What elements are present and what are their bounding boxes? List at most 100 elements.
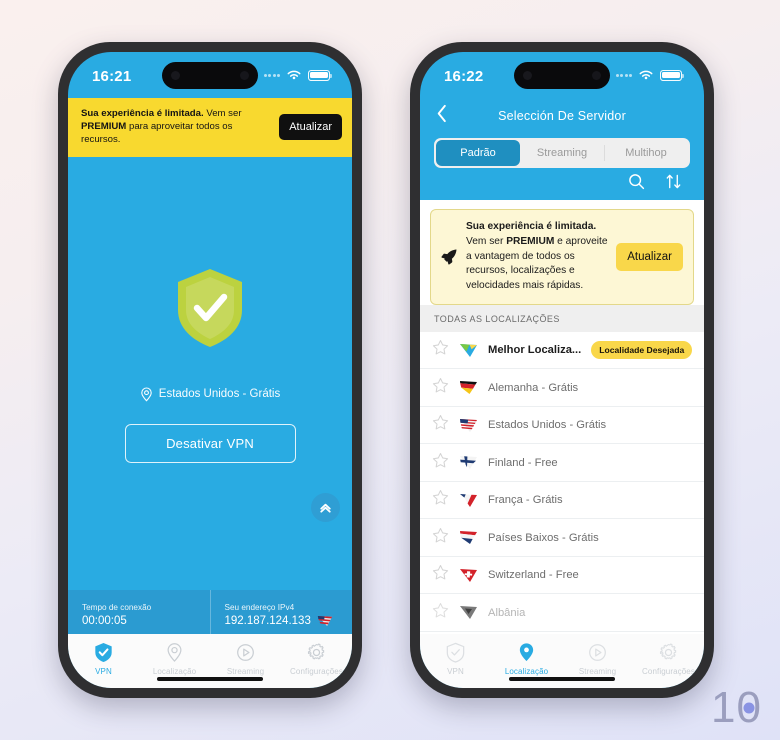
scroll-up-button[interactable] bbox=[311, 493, 340, 522]
page-title: Selección De Servidor bbox=[498, 109, 626, 123]
watermark-logo: 10 bbox=[711, 686, 762, 730]
promo-card-bold-1: Sua experiência é limitada. bbox=[466, 221, 597, 232]
tab-configuracoes-label-left: Configurações bbox=[290, 667, 343, 676]
status-indicators bbox=[263, 69, 332, 81]
server-name: Estados Unidos - Grátis bbox=[488, 419, 607, 432]
play-circle-icon bbox=[237, 644, 254, 661]
status-clock: 16:22 bbox=[444, 67, 484, 85]
table-row[interactable]: Finland - Free bbox=[420, 444, 704, 482]
promo-bold-1: Sua experiência é limitada. bbox=[81, 108, 204, 119]
tab-streaming-seg[interactable]: Streaming bbox=[520, 140, 604, 166]
phone-right-screen: 16:22 Selección De Servidor Padrão Strea… bbox=[420, 52, 704, 688]
gear-icon bbox=[307, 643, 325, 660]
upgrade-button-right[interactable]: Atualizar bbox=[616, 242, 683, 271]
switzerland-flag-icon bbox=[460, 568, 477, 582]
gear-icon bbox=[659, 643, 677, 660]
table-row[interactable]: Países Baixos - Grátis bbox=[420, 519, 704, 557]
tab-vpn-right[interactable]: VPN bbox=[420, 634, 491, 684]
battery-icon bbox=[660, 69, 684, 81]
connection-time-block: Tempo de conexão 00:00:05 bbox=[68, 590, 211, 634]
albania-flag-icon bbox=[460, 606, 477, 620]
play-circle-icon bbox=[589, 644, 606, 661]
favorite-star-icon[interactable] bbox=[432, 339, 449, 361]
status-clock: 16:21 bbox=[92, 67, 132, 85]
ip-address-label: Seu endereço IPv4 bbox=[224, 603, 295, 612]
germany-flag-icon bbox=[460, 381, 477, 395]
sort-button[interactable] bbox=[665, 173, 682, 195]
tab-configuracoes-left[interactable]: Configurações bbox=[281, 634, 352, 684]
tab-padrao[interactable]: Padrão bbox=[436, 140, 520, 166]
server-name: Alemanha - Grátis bbox=[488, 381, 579, 394]
france-flag-icon bbox=[460, 493, 477, 507]
tab-vpn-label-right: VPN bbox=[447, 667, 464, 676]
current-location: Estados Unidos - Grátis bbox=[140, 387, 280, 402]
table-row[interactable]: Melhor Localiza... Localidade Desejada bbox=[420, 332, 704, 370]
status-indicators bbox=[615, 69, 684, 81]
promo-bold-2: PREMIUM bbox=[81, 121, 127, 133]
server-name: Switzerland - Free bbox=[488, 569, 579, 582]
location-pin-icon bbox=[167, 643, 182, 662]
table-row[interactable]: Switzerland - Free bbox=[420, 557, 704, 595]
ip-address-block: Seu endereço IPv4 192.187.124.133 bbox=[211, 590, 353, 634]
vpn-main-area: Estados Unidos - Grátis Desativar VPN bbox=[68, 157, 352, 590]
tab-configuracoes-right[interactable]: Configurações bbox=[633, 634, 704, 684]
watermark-zero: 0 bbox=[736, 683, 762, 732]
promo-card-right[interactable]: Sua experiência é limitada. Vem ser PREM… bbox=[430, 209, 694, 305]
shield-icon bbox=[95, 643, 112, 662]
favorite-star-icon[interactable] bbox=[432, 602, 449, 624]
usa-flag-icon bbox=[317, 615, 333, 627]
tab-vpn-left[interactable]: VPN bbox=[68, 634, 139, 684]
tab-localizacao-label-right: Localização bbox=[504, 667, 549, 676]
server-list: Melhor Localiza... Localidade Desejada A… bbox=[420, 332, 704, 634]
battery-icon bbox=[308, 69, 332, 81]
table-row[interactable]: Albânia bbox=[420, 594, 704, 632]
location-pin-icon bbox=[519, 643, 534, 662]
connection-time-value: 00:00:05 bbox=[82, 615, 127, 627]
search-button[interactable] bbox=[628, 173, 645, 195]
promo-mid-1: Vem ser bbox=[203, 108, 242, 119]
favorite-star-icon[interactable] bbox=[432, 414, 449, 436]
phone-left-screen: 16:21 Sua experiência é limitada. Vem se… bbox=[68, 52, 352, 688]
table-row[interactable]: Estados Unidos - Grátis bbox=[420, 407, 704, 445]
home-indicator-right bbox=[509, 676, 615, 681]
favorite-star-icon[interactable] bbox=[432, 527, 449, 549]
table-row[interactable]: França - Grátis bbox=[420, 482, 704, 520]
server-list-sheet: Sua experiência é limitada. Vem ser PREM… bbox=[420, 200, 704, 634]
navigation-bar: Selección De Servidor bbox=[420, 98, 704, 134]
shield-logo bbox=[173, 266, 247, 355]
promo-banner-text: Sua experiência é limitada. Vem ser PREM… bbox=[81, 107, 271, 147]
chevron-double-up-icon bbox=[320, 503, 331, 513]
favorite-star-icon[interactable] bbox=[432, 377, 449, 399]
tab-multihop[interactable]: Multihop bbox=[604, 140, 688, 166]
favorite-star-icon[interactable] bbox=[432, 489, 449, 511]
best-location-flag-icon bbox=[460, 343, 477, 357]
phone-right: 16:22 Selección De Servidor Padrão Strea… bbox=[410, 42, 714, 698]
favorite-star-icon[interactable] bbox=[432, 452, 449, 474]
segmented-control[interactable]: Padrão Streaming Multihop bbox=[434, 138, 690, 168]
connection-time-label: Tempo de conexão bbox=[82, 603, 152, 612]
server-name: Melhor Localiza... bbox=[488, 344, 582, 357]
current-location-label: Estados Unidos - Grátis bbox=[158, 388, 281, 401]
promo-card-bold-2: PREMIUM bbox=[506, 235, 555, 247]
rocket-icon bbox=[441, 249, 457, 265]
status-bar-right: 16:22 bbox=[420, 52, 704, 98]
back-button[interactable] bbox=[436, 104, 448, 128]
finland-flag-icon bbox=[460, 456, 477, 470]
disconnect-vpn-button[interactable]: Desativar VPN bbox=[124, 423, 296, 463]
promo-card-text: Sua experiência é limitada. Vem ser PREM… bbox=[466, 220, 609, 294]
usa-flag-icon bbox=[460, 418, 477, 432]
status-bar-left: 16:21 bbox=[68, 52, 352, 98]
tab-streaming-label-right: Streaming bbox=[578, 667, 617, 676]
ip-address-value: 192.187.124.133 bbox=[224, 615, 311, 627]
server-name: Albânia bbox=[488, 606, 526, 619]
favorite-star-icon[interactable] bbox=[432, 564, 449, 586]
upgrade-button-left[interactable]: Atualizar bbox=[279, 113, 342, 140]
location-pin-icon bbox=[141, 387, 152, 402]
table-row[interactable]: Alemanha - Grátis bbox=[420, 369, 704, 407]
tab-localizacao-label-left: Localização bbox=[152, 667, 197, 676]
search-icon bbox=[629, 174, 645, 190]
chevron-left-icon bbox=[437, 104, 446, 123]
server-name: Finland - Free bbox=[488, 456, 558, 469]
status-badge: Localidade Desejada bbox=[591, 341, 693, 360]
promo-banner-left[interactable]: Sua experiência é limitada. Vem ser PREM… bbox=[68, 98, 352, 157]
